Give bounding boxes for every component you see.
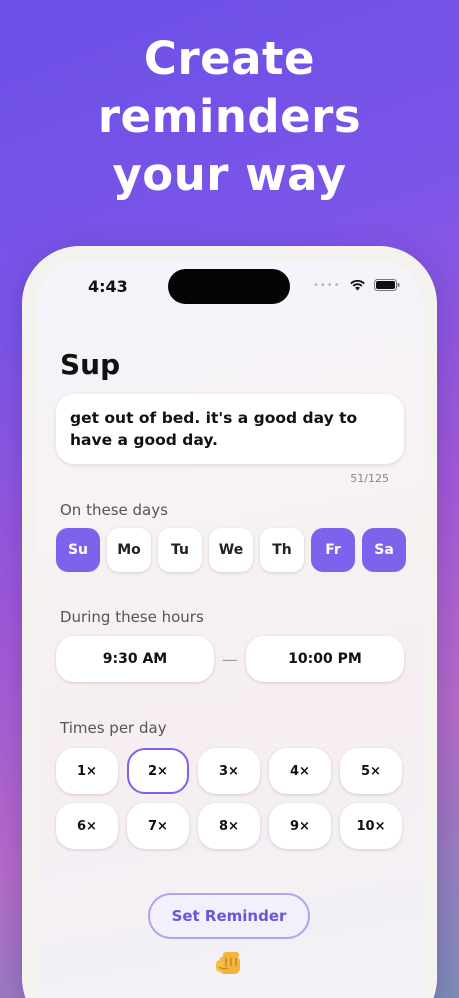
day-button-th[interactable]: Th [260,528,304,572]
times-option-1[interactable]: 1× [56,748,118,794]
wifi-icon [349,279,366,291]
times-option-3[interactable]: 3× [198,748,260,794]
status-time: 4:43 [88,277,128,296]
times-option-10[interactable]: 10× [340,803,402,849]
headline: Create reminders your way [0,30,459,204]
signal-dots-icon: •••• [313,279,341,291]
status-icons: •••• [313,279,400,291]
times-option-6[interactable]: 6× [56,803,118,849]
times-per-day-label: Times per day [60,719,167,737]
day-button-we[interactable]: We [209,528,253,572]
battery-icon [373,279,400,291]
times-option-4[interactable]: 4× [269,748,331,794]
headline-line-3: your way [112,148,347,201]
time-range-separator: — [222,649,238,669]
character-counter: 51/125 [350,472,389,485]
start-time-button[interactable]: 9:30 AM [56,636,214,682]
headline-line-2: reminders [97,90,362,143]
day-button-sa[interactable]: Sa [362,528,406,572]
dynamic-island [168,269,290,304]
times-option-2[interactable]: 2× [127,748,189,794]
days-label: On these days [60,501,168,519]
day-button-tu[interactable]: Tu [158,528,202,572]
day-button-su[interactable]: Su [56,528,100,572]
day-button-fr[interactable]: Fr [311,528,355,572]
day-button-mo[interactable]: Mo [107,528,151,572]
phone-frame: 4:43 •••• Sup get out of bed. it's a goo [22,246,437,998]
times-option-7[interactable]: 7× [127,803,189,849]
times-option-5[interactable]: 5× [340,748,402,794]
fist-icon [214,950,244,982]
set-reminder-button[interactable]: Set Reminder [148,893,310,939]
day-selector: Su Mo Tu We Th Fr Sa [56,528,406,572]
reminder-text-input[interactable]: get out of bed. it's a good day to have … [56,394,404,464]
end-time-button[interactable]: 10:00 PM [246,636,404,682]
hours-range: 9:30 AM — 10:00 PM [56,636,404,682]
times-option-8[interactable]: 8× [198,803,260,849]
reminder-title[interactable]: Sup [60,348,120,381]
phone-screen: 4:43 •••• Sup get out of bed. it's a goo [36,260,423,998]
headline-line-1: Create [143,32,316,85]
times-option-9[interactable]: 9× [269,803,331,849]
times-per-day-grid: 1× 2× 3× 4× 5× 6× 7× 8× 9× 10× [56,748,404,849]
hours-label: During these hours [60,608,204,626]
